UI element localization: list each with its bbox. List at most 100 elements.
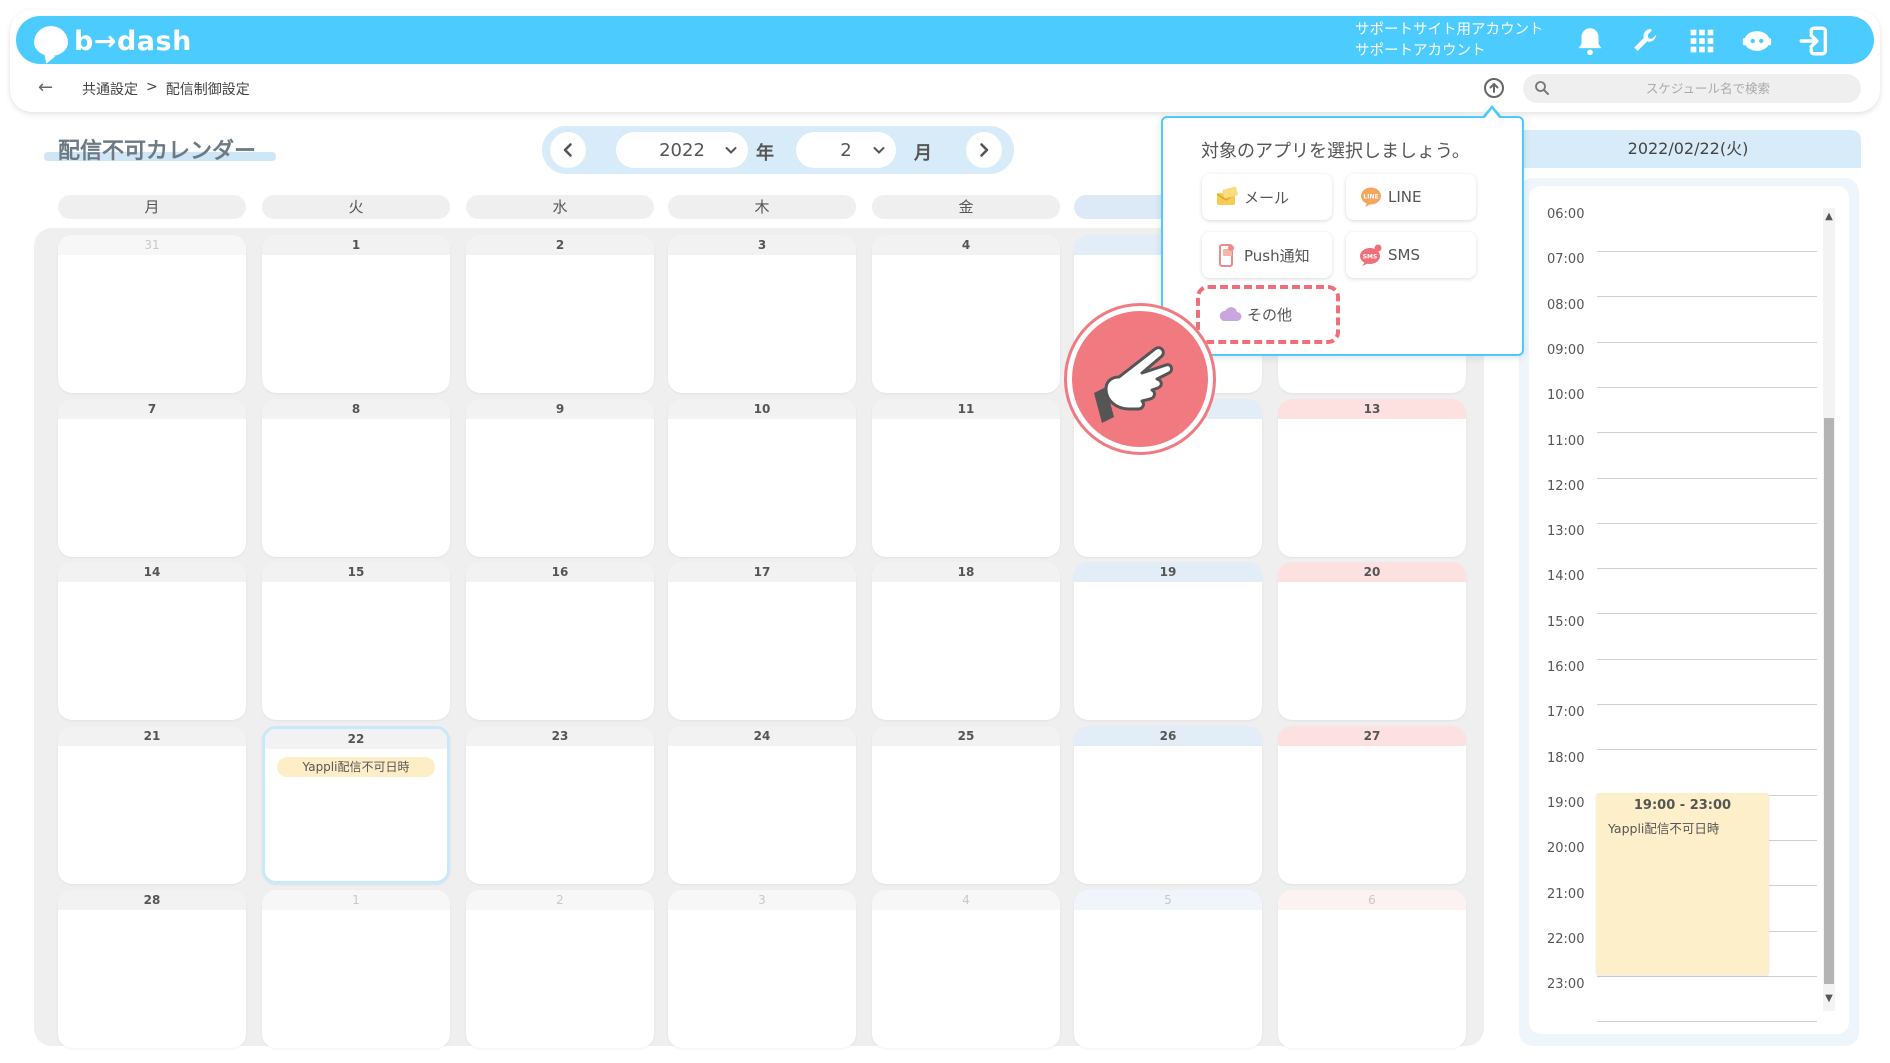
breadcrumb: 共通設定 > 配信制御設定 <box>82 79 250 99</box>
logo-text: b→dash <box>74 25 192 57</box>
calendar-event-chip[interactable]: Yappli配信不可日時 <box>277 757 435 777</box>
calendar-day-cell[interactable]: 5 <box>1074 890 1262 1048</box>
calendar-day-cell[interactable]: 20 <box>1278 562 1466 720</box>
calendar-day-cell[interactable]: 31 <box>58 235 246 393</box>
calendar-day-cell[interactable]: 6 <box>1278 890 1466 1048</box>
calendar-day-cell[interactable]: 2 <box>466 235 654 393</box>
day-number: 22 <box>265 729 447 749</box>
app-option-push[interactable]: Push通知 <box>1202 232 1332 278</box>
time-slot-label: 06:00 <box>1547 207 1585 222</box>
time-slot-line <box>1597 1021 1817 1023</box>
app-option-line[interactable]: LINE LINE <box>1346 174 1476 220</box>
calendar-day-cell[interactable]: 18 <box>872 562 1060 720</box>
calendar-day-cell[interactable]: 16 <box>466 562 654 720</box>
day-number: 25 <box>872 726 1060 746</box>
calendar-day-cell[interactable]: 8 <box>262 399 450 557</box>
day-number: 5 <box>1074 890 1262 910</box>
weekday-header: 火 <box>262 195 450 219</box>
calendar-day-cell[interactable]: 11 <box>872 399 1060 557</box>
line-icon: LINE <box>1361 187 1381 207</box>
bot-icon[interactable] <box>1740 24 1774 58</box>
month-value: 2 <box>840 139 852 161</box>
breadcrumb-separator: > <box>146 79 158 95</box>
prev-month-button[interactable] <box>550 132 586 168</box>
selected-date-bar: 2022/02/22(火) <box>1515 130 1861 168</box>
calendar-day-cell[interactable]: 4 <box>872 890 1060 1048</box>
back-arrow-icon[interactable]: ← <box>38 78 58 98</box>
chevron-down-icon <box>725 147 737 154</box>
day-number: 21 <box>58 726 246 746</box>
day-number: 27 <box>1278 726 1466 746</box>
calendar-day-cell[interactable]: 28 <box>58 890 246 1048</box>
day-number: 4 <box>872 890 1060 910</box>
day-number: 24 <box>668 726 856 746</box>
calendar-day-cell[interactable]: 13 <box>1278 399 1466 557</box>
app-option-sms[interactable]: SMS SMS <box>1346 232 1476 278</box>
calendar-day-cell[interactable]: 14 <box>58 562 246 720</box>
chevron-down-icon <box>873 147 885 154</box>
year-select[interactable]: 2022 <box>616 132 748 168</box>
app-option-label: SMS <box>1388 246 1420 264</box>
account-info[interactable]: サポートサイト用アカウント サポートアカウント <box>1355 20 1544 62</box>
search-box <box>1523 74 1861 103</box>
breadcrumb-item-common[interactable]: 共通設定 <box>82 79 138 99</box>
logout-icon[interactable] <box>1797 24 1831 58</box>
calendar-day-cell[interactable]: 22 Yappli配信不可日時 <box>262 726 450 884</box>
app-option-label: LINE <box>1388 188 1422 206</box>
calendar-day-cell[interactable]: 4 <box>872 235 1060 393</box>
weekday-header: 金 <box>872 195 1060 219</box>
time-slot-label: 22:00 <box>1547 931 1585 947</box>
calendar-day-cell[interactable]: 9 <box>466 399 654 557</box>
search-input[interactable] <box>1563 74 1853 103</box>
calendar-day-cell[interactable]: 1 <box>262 890 450 1048</box>
calendar-day-cell[interactable]: 7 <box>58 399 246 557</box>
calendar-day-cell[interactable]: 3 <box>668 235 856 393</box>
calendar-day-cell[interactable]: 10 <box>668 399 856 557</box>
calendar-day-cell[interactable]: 26 <box>1074 726 1262 884</box>
calendar-day-cell[interactable]: 15 <box>262 562 450 720</box>
account-line2: サポートアカウント <box>1355 43 1486 59</box>
time-slot-label: 17:00 <box>1547 705 1585 721</box>
app-option-mail[interactable]: メール <box>1202 174 1332 220</box>
time-slot-line <box>1597 568 1817 570</box>
next-month-button[interactable] <box>966 132 1002 168</box>
calendar-day-cell[interactable]: 3 <box>668 890 856 1048</box>
popover-title: 対象のアプリを選択しましょう。 <box>1201 141 1470 162</box>
scroll-down-icon[interactable]: ▼ <box>1823 992 1835 1006</box>
wrench-icon[interactable] <box>1630 24 1664 58</box>
app-option-label: メール <box>1244 188 1290 207</box>
calendar-day-cell[interactable]: 2 <box>466 890 654 1048</box>
weekday-header: 木 <box>668 195 856 219</box>
grid-icon[interactable] <box>1685 24 1719 58</box>
calendar-day-cell[interactable]: 25 <box>872 726 1060 884</box>
time-slot-label: 08:00 <box>1547 297 1585 313</box>
day-number: 13 <box>1278 399 1466 419</box>
upload-icon[interactable] <box>1482 76 1506 100</box>
calendar-day-cell[interactable]: 1 <box>262 235 450 393</box>
calendar-day-cell[interactable]: 27 <box>1278 726 1466 884</box>
time-slot-label: 09:00 <box>1547 342 1585 358</box>
day-number: 4 <box>872 235 1060 255</box>
day-number: 11 <box>872 399 1060 419</box>
logo[interactable]: b→dash <box>34 23 192 59</box>
weekday-header: 水 <box>466 195 654 219</box>
calendar-day-cell[interactable]: 23 <box>466 726 654 884</box>
timeline-scroll-thumb[interactable] <box>1824 418 1834 984</box>
calendar-day-cell[interactable]: 19 <box>1074 562 1262 720</box>
calendar-day-cell[interactable]: 21 <box>58 726 246 884</box>
day-number: 1 <box>262 890 450 910</box>
push-icon <box>1219 244 1234 267</box>
time-slot-label: 20:00 <box>1547 841 1585 857</box>
time-slot-line <box>1597 477 1817 479</box>
day-number: 2 <box>466 235 654 255</box>
time-slot-label: 07:00 <box>1547 252 1585 268</box>
timeline-event[interactable]: 19:00 - 23:00 Yappli配信不可日時 <box>1596 793 1769 975</box>
time-slot-line <box>1597 522 1817 524</box>
time-slot-line <box>1597 658 1817 660</box>
bell-icon[interactable] <box>1573 24 1607 58</box>
calendar-day-cell[interactable]: 17 <box>668 562 856 720</box>
month-select[interactable]: 2 <box>796 132 896 168</box>
day-number: 1 <box>262 235 450 255</box>
scroll-up-icon[interactable]: ▲ <box>1823 210 1835 224</box>
calendar-day-cell[interactable]: 24 <box>668 726 856 884</box>
